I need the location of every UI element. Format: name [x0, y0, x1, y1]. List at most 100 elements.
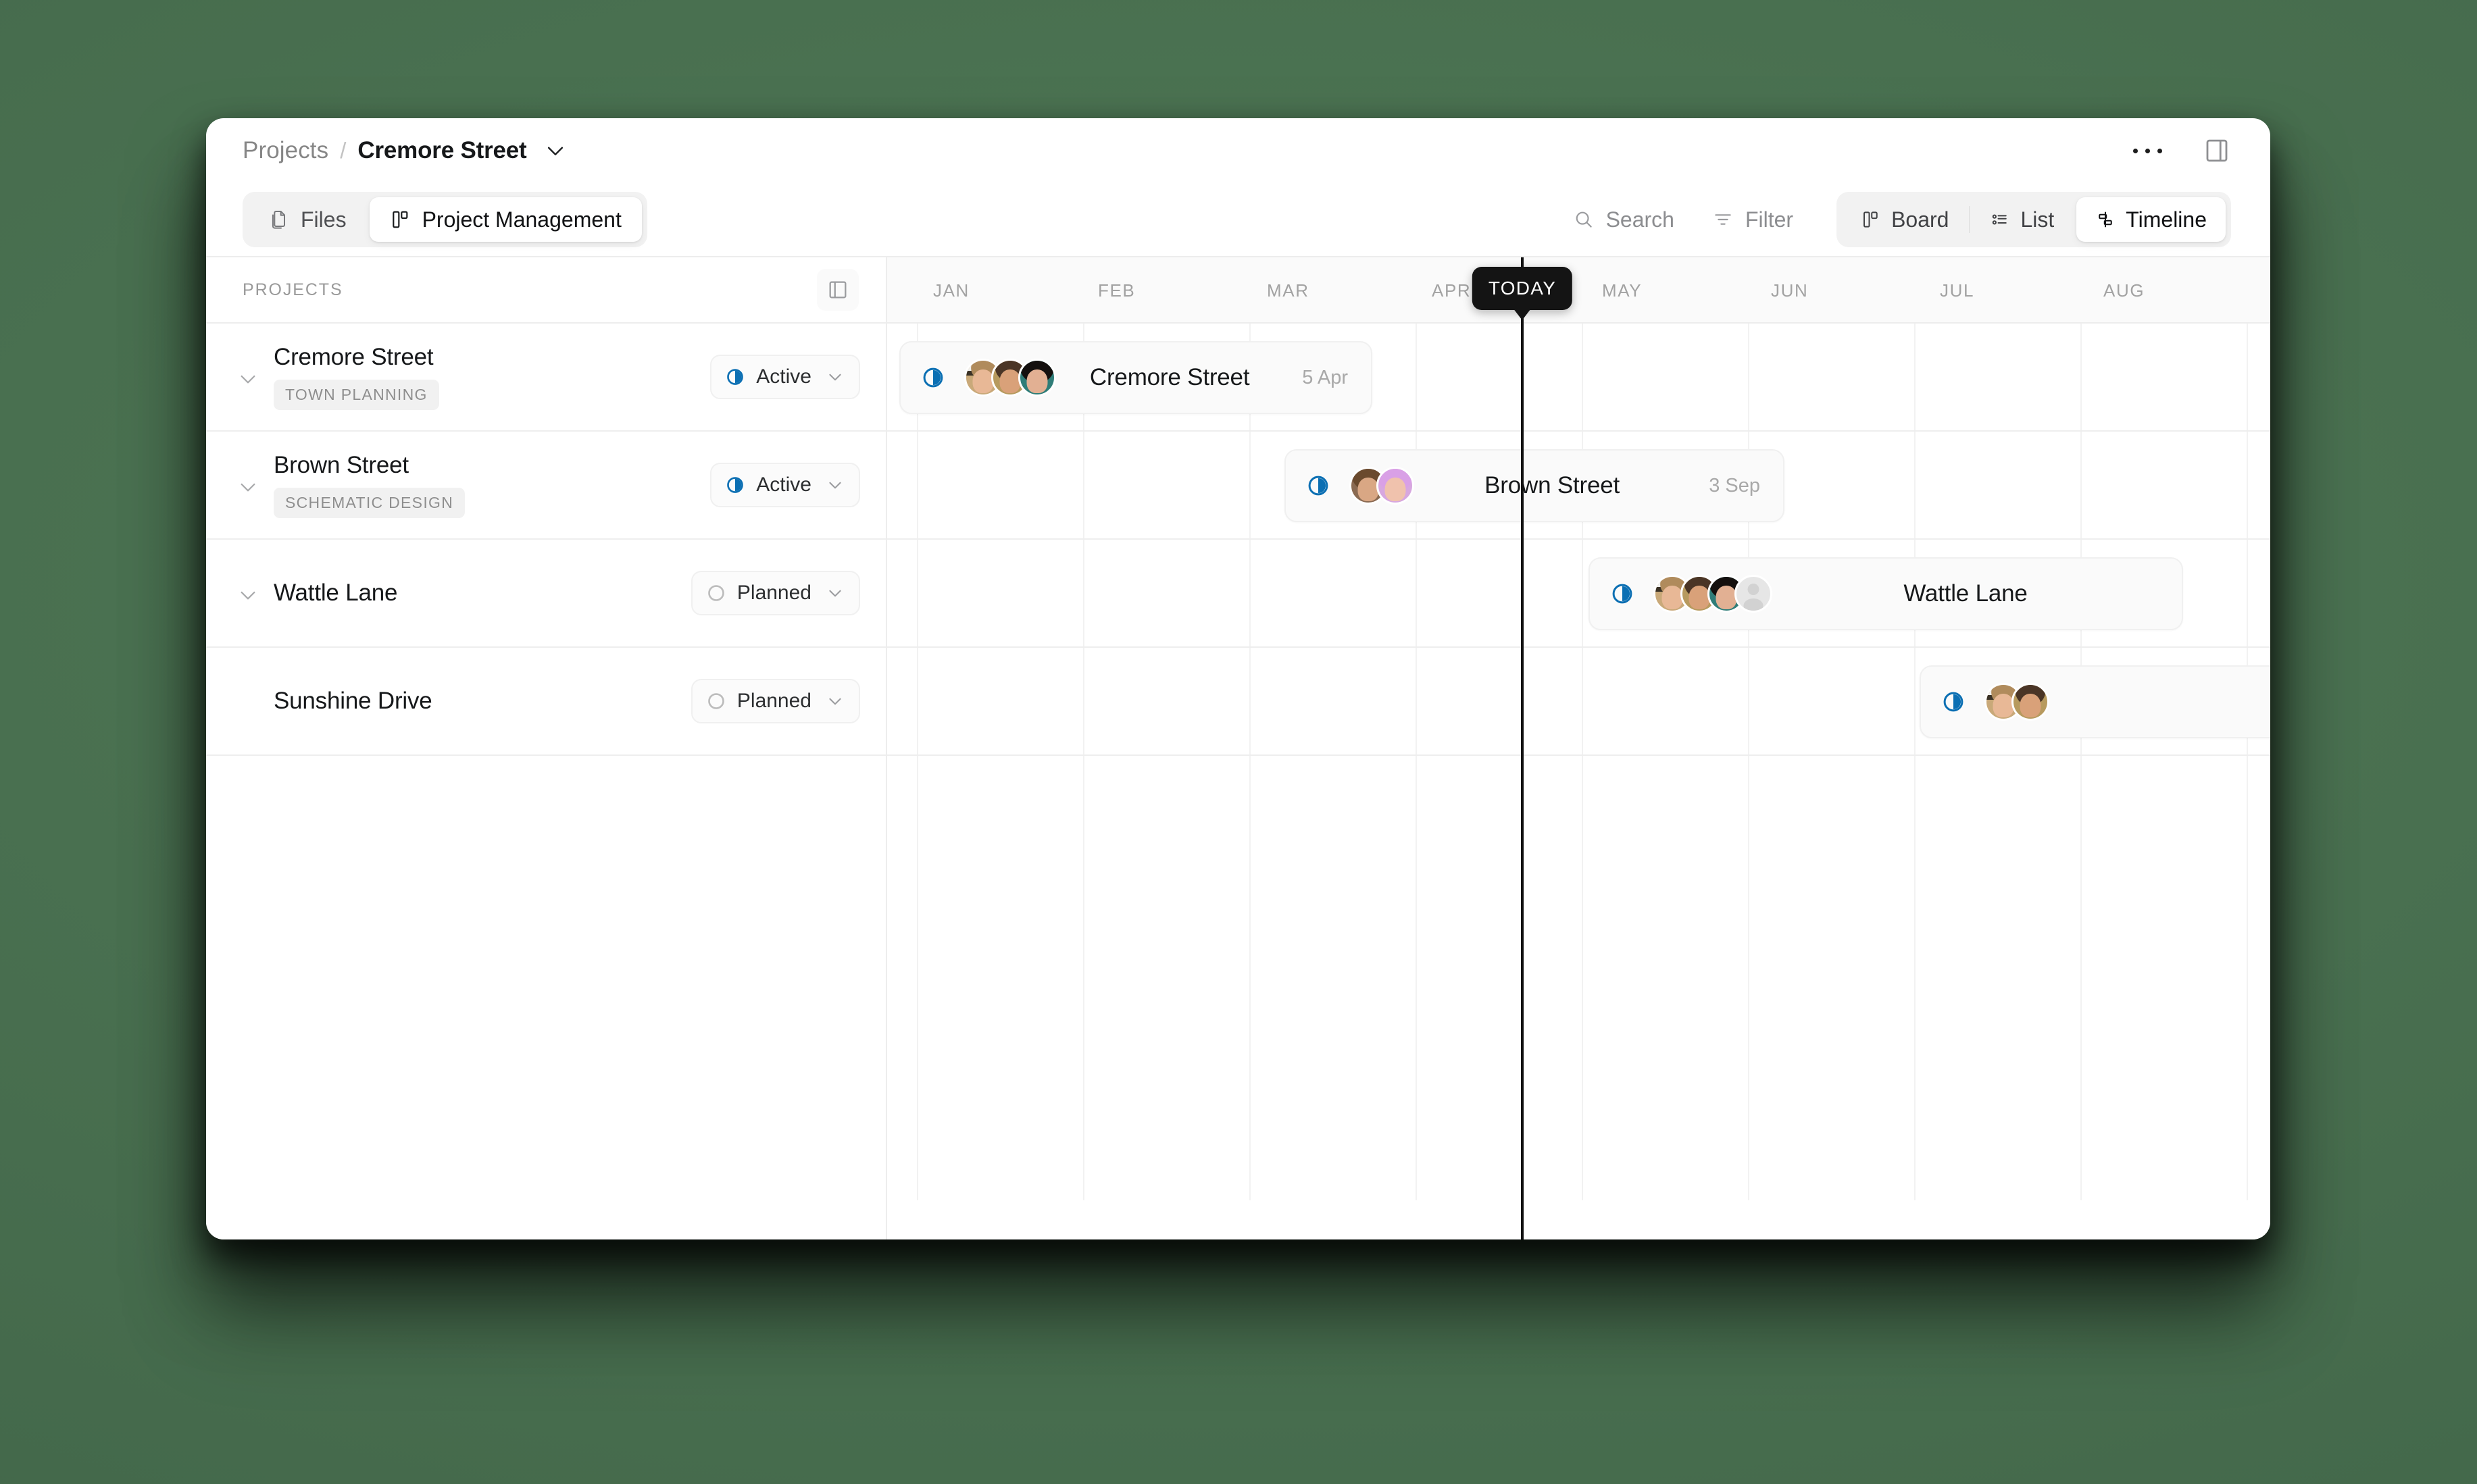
view-list-label: List	[2020, 207, 2055, 232]
titlebar-actions	[2130, 136, 2231, 165]
project-info: Wattle Lane	[267, 580, 397, 607]
timeline-bar-wattle-lane[interactable]: Wattle Lane	[1588, 557, 2183, 630]
collapse-panel-icon[interactable]	[817, 269, 859, 311]
half-filled-circle-icon	[1610, 582, 1634, 606]
search-button[interactable]: Search	[1569, 201, 1678, 239]
chevron-down-icon[interactable]	[229, 368, 267, 390]
project-row-brown-street[interactable]: Brown Street SCHEMATIC DESIGN Active	[206, 432, 886, 540]
half-filled-circle-icon	[725, 475, 745, 495]
view-divider	[1969, 206, 1970, 233]
tab-files[interactable]: Files	[248, 197, 367, 242]
timeline-bar-date: 5 Apr	[1302, 366, 1348, 388]
timeline-bar-brown-street[interactable]: Brown Street 3 Sep	[1284, 449, 1784, 522]
project-row-sunshine-drive[interactable]: Sunshine Drive Planned	[206, 648, 886, 756]
project-name: Sunshine Drive	[274, 688, 432, 714]
search-label: Search	[1605, 207, 1674, 232]
status-dropdown[interactable]: Active	[710, 355, 860, 399]
tab-project-management[interactable]: Project Management	[369, 197, 642, 242]
timeline-bar-cremore-street[interactable]: Cremore Street 5 Apr	[899, 341, 1372, 414]
board-icon	[1861, 209, 1881, 230]
status-label: Active	[756, 365, 811, 388]
timeline-row	[887, 648, 2270, 756]
chevron-down-icon[interactable]	[826, 476, 844, 494]
ellipsis-icon[interactable]	[2130, 140, 2165, 161]
half-filled-circle-icon	[1306, 474, 1330, 498]
project-name: Wattle Lane	[274, 580, 398, 606]
assignee-avatars[interactable]	[964, 359, 1056, 396]
tab-files-label: Files	[301, 207, 347, 232]
view-board-label: Board	[1891, 207, 1949, 232]
project-row-wattle-lane[interactable]: Wattle Lane Planned	[206, 540, 886, 648]
workspace: PROJECTS Cremore Street TOWN PLANNING Ac…	[206, 256, 2270, 1239]
project-row-cremore-street[interactable]: Cremore Street TOWN PLANNING Active	[206, 324, 886, 432]
month-label: APR	[1432, 280, 1472, 301]
section-tabs: Files Project Management	[243, 192, 647, 247]
status-label: Active	[756, 474, 811, 496]
project-name: Brown Street	[274, 452, 409, 478]
assignee-avatars[interactable]	[1984, 683, 2049, 721]
month-label: MAY	[1602, 280, 1643, 301]
breadcrumb-root[interactable]: Projects	[243, 137, 328, 164]
timeline-icon	[2095, 209, 2116, 230]
avatar-placeholder	[1734, 575, 1772, 613]
view-switcher: Board List Timeline	[1836, 192, 2231, 247]
timeline-month-header: JAN FEB MAR APR MAY JUN JUL AUG SE	[887, 257, 2270, 324]
board-icon	[390, 209, 411, 230]
view-list[interactable]: List	[1971, 197, 2073, 242]
projects-sidebar: PROJECTS Cremore Street TOWN PLANNING Ac…	[206, 257, 887, 1239]
status-dropdown[interactable]: Active	[710, 463, 860, 507]
timeline-bar-title: Cremore Street	[1089, 364, 1250, 390]
avatar	[1018, 359, 1056, 396]
status-label: Planned	[736, 582, 811, 604]
breadcrumb: Projects / Cremore Street	[243, 137, 567, 164]
timeline-rows: Cremore Street 5 Apr Brown Street 3 Sep …	[887, 324, 2270, 1200]
project-phase-tag: TOWN PLANNING	[274, 380, 439, 410]
chevron-down-icon[interactable]	[544, 139, 567, 162]
toolbar: Files Project Management Search Filter B…	[206, 183, 2270, 256]
today-marker[interactable]: TODAY	[1472, 267, 1573, 310]
files-icon	[268, 209, 290, 230]
filter-button[interactable]: Filter	[1708, 201, 1797, 239]
project-info: Brown Street SCHEMATIC DESIGN	[267, 452, 466, 518]
chevron-down-icon[interactable]	[826, 584, 844, 602]
project-info: Cremore Street TOWN PLANNING	[267, 344, 439, 410]
empty-circle-icon	[706, 583, 726, 603]
timeline-row: Brown Street 3 Sep	[887, 432, 2270, 540]
timeline-bar-date: 3 Sep	[1709, 474, 1760, 496]
month-label: FEB	[1098, 280, 1136, 301]
today-line	[1521, 257, 1524, 1239]
chevron-down-icon[interactable]	[229, 476, 267, 498]
month-label: JUN	[1771, 280, 1809, 301]
chevron-down-icon[interactable]	[229, 584, 267, 606]
view-board[interactable]: Board	[1842, 197, 1968, 242]
view-timeline[interactable]: Timeline	[2076, 197, 2226, 242]
right-panel-icon[interactable]	[2203, 136, 2231, 165]
filter-label: Filter	[1745, 207, 1794, 232]
status-dropdown[interactable]: Planned	[691, 679, 860, 723]
timeline-bar-sunshine-drive[interactable]	[1920, 665, 2270, 738]
tab-project-management-label: Project Management	[422, 207, 622, 232]
timeline-bar-title: Wattle Lane	[1903, 580, 2028, 607]
list-icon	[1990, 209, 2010, 230]
month-label: MAR	[1267, 280, 1309, 301]
toolbar-actions: Search Filter Board List Timeline	[1569, 192, 2231, 247]
breadcrumb-current[interactable]: Cremore Street	[357, 137, 526, 164]
assignee-avatars[interactable]	[1349, 467, 1414, 505]
projects-sidebar-title: PROJECTS	[243, 280, 343, 299]
breadcrumb-separator: /	[340, 138, 347, 163]
chevron-down-icon[interactable]	[826, 368, 844, 386]
status-dropdown[interactable]: Planned	[691, 571, 860, 615]
half-filled-circle-icon	[921, 365, 945, 390]
view-timeline-label: Timeline	[2126, 207, 2207, 232]
month-label: AUG	[2103, 280, 2145, 301]
timeline-bar-title: Brown Street	[1484, 472, 1620, 498]
chevron-down-icon[interactable]	[826, 692, 844, 710]
search-icon	[1573, 209, 1595, 230]
half-filled-circle-icon	[1941, 690, 1966, 714]
month-label: JUL	[1940, 280, 1975, 301]
assignee-avatars[interactable]	[1653, 575, 1772, 613]
titlebar: Projects / Cremore Street	[206, 118, 2270, 183]
timeline-panel[interactable]: JAN FEB MAR APR MAY JUN JUL AUG SE	[887, 257, 2270, 1239]
project-info: Sunshine Drive	[267, 688, 432, 715]
half-filled-circle-icon	[725, 367, 745, 387]
